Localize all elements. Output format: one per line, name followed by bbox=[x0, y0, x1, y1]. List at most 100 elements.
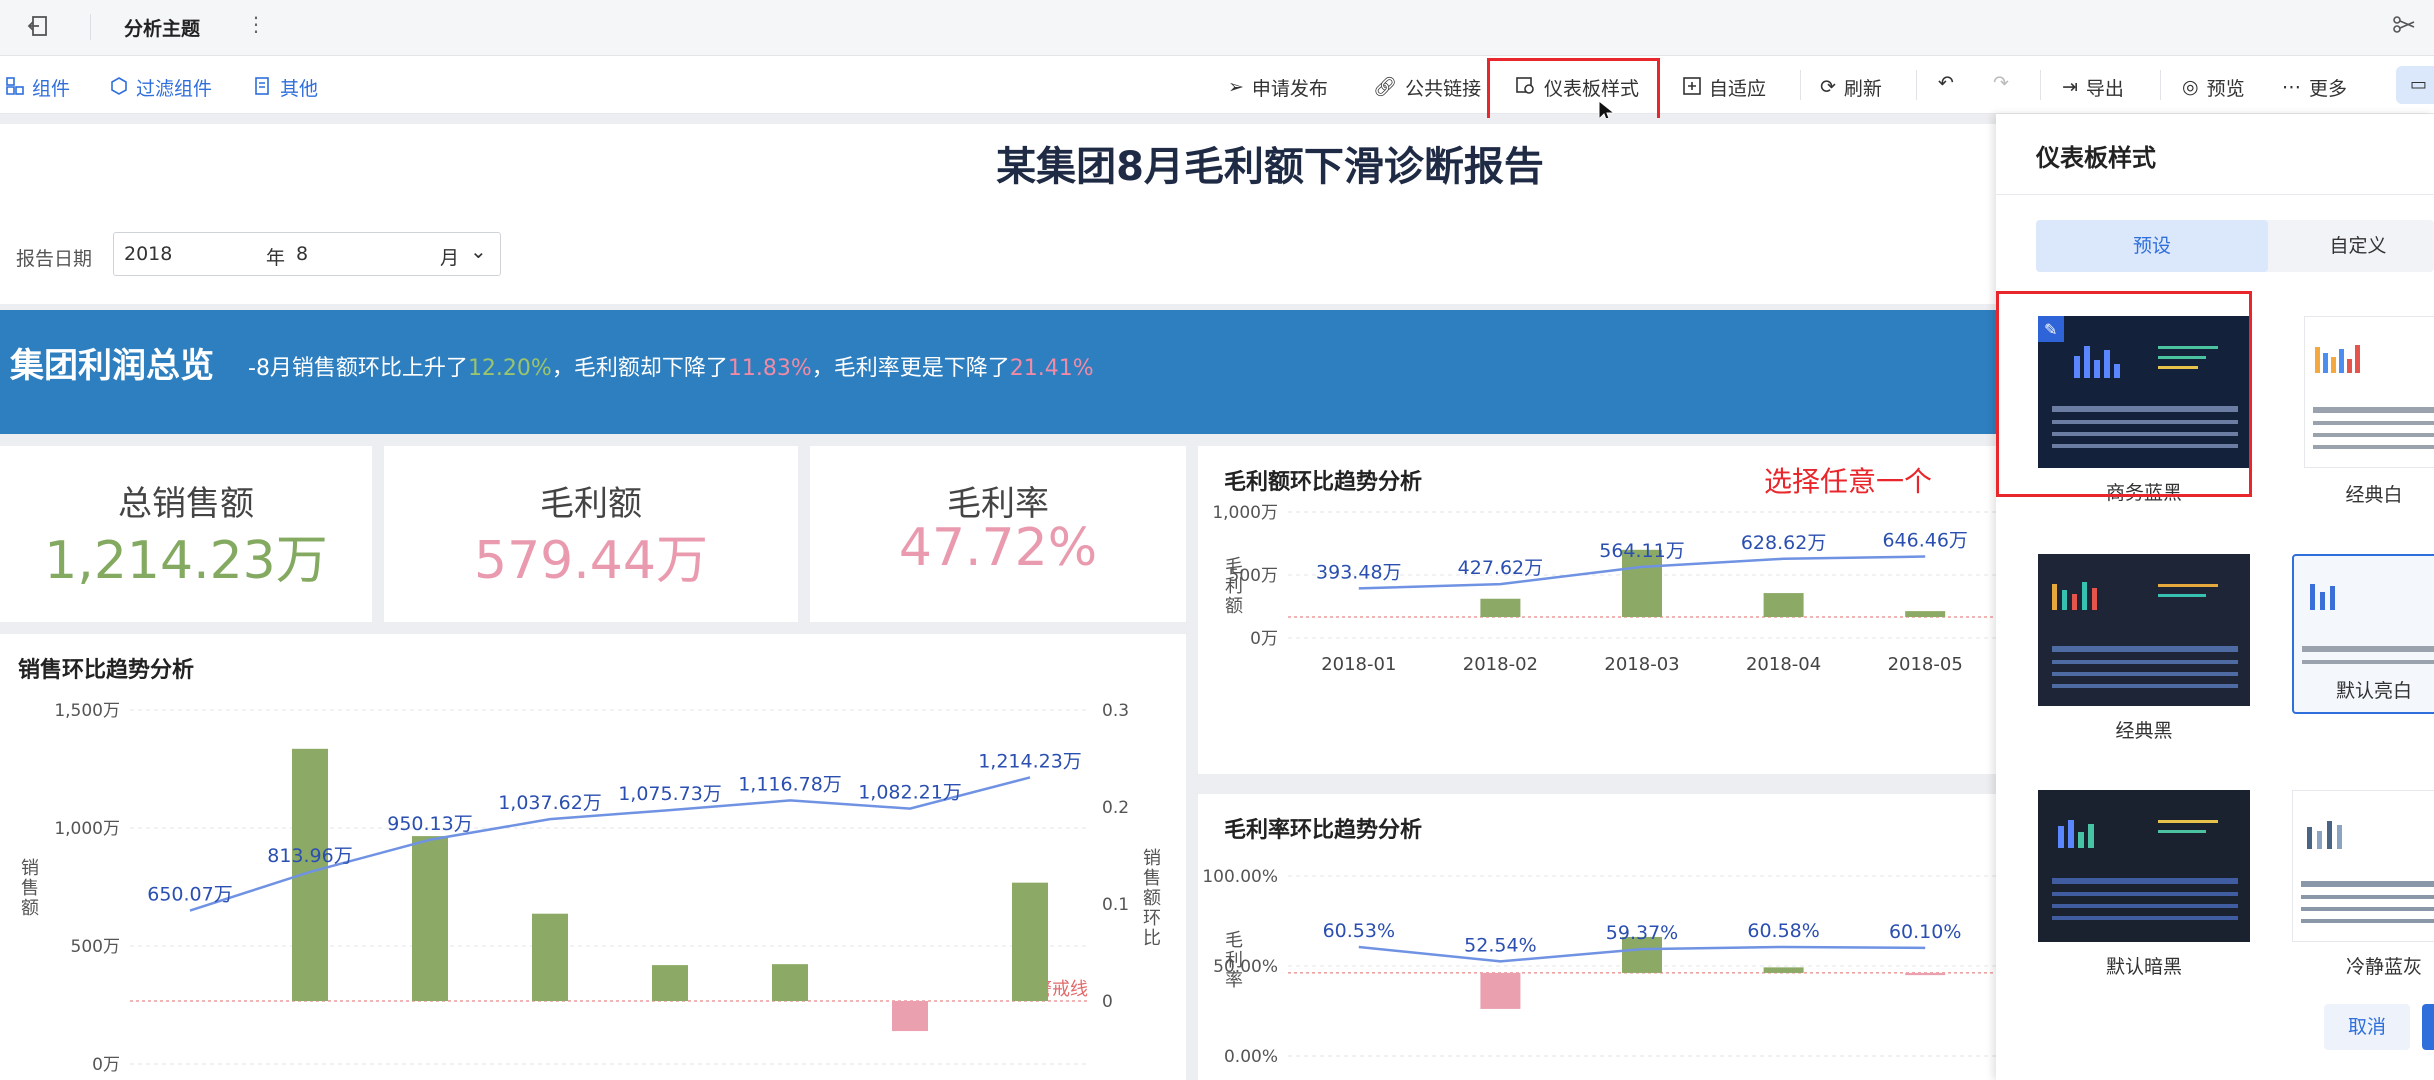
y-axis-label: 利 bbox=[1225, 950, 1243, 971]
y-axis-label: 销 bbox=[21, 858, 39, 879]
filter-component-label: 过滤组件 bbox=[136, 78, 213, 100]
more-button[interactable]: ⋯ 更多 bbox=[2282, 74, 2347, 101]
divider bbox=[2160, 70, 2161, 100]
date-month: 8 bbox=[296, 243, 309, 265]
top-bar: 分析主题 ⋮ bbox=[0, 0, 2434, 56]
monitor-icon: ▭ bbox=[2410, 74, 2428, 95]
theme-label: 经典白 bbox=[2345, 484, 2403, 506]
send-icon: ➢ bbox=[1228, 76, 1244, 98]
x-tick-label: 2018-03 bbox=[1604, 654, 1679, 675]
toolbar: 组件 过滤组件 其他 ➢ 申请发布 🔗︎ 公共链接 仪表板样式 自适应 ⟳ 刷新 ↶ … bbox=[0, 56, 2434, 114]
y-tick-label: 100.00% bbox=[1202, 867, 1278, 887]
y2-tick-label: 0 bbox=[1102, 992, 1113, 1012]
data-label: 650.07万 bbox=[147, 884, 232, 906]
y-axis-label: 毛 bbox=[1225, 930, 1243, 951]
data-label: 60.53% bbox=[1323, 920, 1395, 942]
other-button[interactable]: 其他 bbox=[254, 74, 318, 101]
y-tick-label: 1,000万 bbox=[1212, 503, 1278, 523]
theme-thumbnail-classic-black[interactable] bbox=[2038, 554, 2250, 706]
component-button[interactable]: 组件 bbox=[6, 74, 70, 101]
y-axis-label: 售 bbox=[21, 878, 39, 899]
public-link-label: 公共链接 bbox=[1405, 78, 1482, 100]
filter-component-button[interactable]: 过滤组件 bbox=[110, 74, 212, 101]
component-label: 组件 bbox=[32, 78, 71, 100]
data-label: 52.54% bbox=[1464, 934, 1536, 956]
fit-icon bbox=[1683, 76, 1701, 99]
sales-trend-panel: 销售环比趋势分析 1,500万 1,000万 500万 0万销售额 0.3 0.2 0.1 0… bbox=[0, 634, 1186, 1080]
gross-margin-trend-chart: 100.00% 50.00% 0.00% 毛利率 60.53% 52.54% 59.37% 6… bbox=[1202, 867, 1996, 1067]
report-date-picker[interactable]: 2018 年 8 月 ⌄ bbox=[113, 232, 501, 276]
preview-label: 预览 bbox=[2206, 78, 2245, 100]
data-label: 646.46万 bbox=[1882, 530, 1967, 552]
divider bbox=[1916, 70, 1917, 100]
exit-icon[interactable] bbox=[26, 14, 50, 38]
theme-thumbnail-calm-blue-gray[interactable] bbox=[2292, 790, 2434, 942]
device-switch-button[interactable]: ▭ bbox=[2396, 66, 2434, 104]
export-label: 导出 bbox=[2085, 78, 2124, 100]
theme-thumbnail-default-dark-black[interactable] bbox=[2038, 790, 2250, 942]
x-tick-label: 2018-04 bbox=[1746, 654, 1821, 675]
gross-profit-trend-panel: 毛利额环比趋势分析 选择任意一个 1,000万 500万 0万毛利额 393.48万 4… bbox=[1198, 446, 1996, 774]
ratio-bar bbox=[532, 913, 568, 1001]
gross-margin-trend-panel: 毛利率环比趋势分析 100.00% 50.00% 0.00% 毛利率 60.53% 52.… bbox=[1198, 794, 1996, 1080]
y-tick-label: 50.00% bbox=[1213, 957, 1278, 977]
data-label: 427.62万 bbox=[1458, 557, 1543, 579]
refresh-label: 刷新 bbox=[1843, 78, 1882, 100]
banner-summary: -8月销售额环比上升了12.20%，毛利额却下降了11.83%，毛利率更是下降了… bbox=[248, 350, 1094, 382]
public-link-button[interactable]: 🔗︎ 公共链接 bbox=[1373, 74, 1481, 101]
theme-thumbnail-default-bright-white[interactable]: 默认亮白 bbox=[2292, 554, 2434, 714]
date-month-unit: 月 bbox=[440, 247, 460, 269]
data-label: 813.96万 bbox=[267, 845, 352, 867]
ratio-bar bbox=[772, 964, 808, 1001]
tab-custom[interactable]: 自定义 bbox=[2268, 220, 2434, 272]
redo-button[interactable]: ↷ bbox=[1993, 74, 2009, 93]
preview-button[interactable]: ◎ 预览 bbox=[2182, 74, 2245, 101]
ratio-bar bbox=[1763, 593, 1804, 617]
dashboard-style-drawer: 仪表板样式 预设 自定义 ✎ 商务蓝黑 经典白 经典黑 默认亮白 默认暗黑 冷静… bbox=[1996, 114, 2434, 1080]
cancel-button[interactable]: 取消 bbox=[2324, 1004, 2410, 1050]
divider bbox=[1800, 70, 1801, 100]
undo-button[interactable]: ↶ bbox=[1938, 74, 1954, 93]
data-label: 628.62万 bbox=[1741, 532, 1826, 554]
refresh-icon: ⟳ bbox=[1820, 76, 1836, 98]
drawer-title: 仪表板样式 bbox=[2036, 144, 2156, 172]
theme-label: 默认暗黑 bbox=[2105, 956, 2182, 978]
y2-axis-label: 销 bbox=[1143, 848, 1161, 869]
more-vertical-icon[interactable]: ⋮ bbox=[246, 12, 266, 36]
chevron-down-icon: ⌄ bbox=[470, 239, 487, 263]
x-tick-label: 2018-02 bbox=[1463, 654, 1538, 675]
kpi-value: 579.44万 bbox=[474, 531, 708, 591]
link-icon: 🔗︎ bbox=[1373, 76, 1398, 98]
theme-label: 默认亮白 bbox=[2335, 680, 2412, 702]
banner-title: 集团利润总览 bbox=[10, 346, 214, 386]
x-tick-label: 2018-05 bbox=[1888, 654, 1963, 675]
tab-preset[interactable]: 预设 bbox=[2036, 220, 2268, 272]
theme-thumbnail-classic-white[interactable] bbox=[2304, 316, 2434, 468]
banner-value-1: 12.20% bbox=[467, 356, 552, 381]
data-label: 1,082.21万 bbox=[858, 782, 962, 804]
refresh-button[interactable]: ⟳ 刷新 bbox=[1820, 74, 1882, 101]
fit-label: 自适应 bbox=[1709, 78, 1767, 100]
y2-tick-label: 0.1 bbox=[1102, 895, 1129, 915]
fit-button[interactable]: 自适应 bbox=[1683, 74, 1766, 101]
export-button[interactable]: ⇥ 导出 bbox=[2062, 74, 2124, 101]
filter-component-icon bbox=[110, 76, 128, 99]
y-axis-label: 利 bbox=[1225, 576, 1243, 597]
page-title: 分析主题 bbox=[124, 18, 201, 40]
apply-publish-button[interactable]: ➢ 申请发布 bbox=[1228, 74, 1328, 101]
report-date-label: 报告日期 bbox=[16, 248, 93, 270]
y-tick-label: 500万 bbox=[71, 937, 120, 957]
data-label: 59.37% bbox=[1606, 922, 1678, 944]
collaborate-icon[interactable] bbox=[2390, 12, 2420, 41]
y-axis-label: 额 bbox=[21, 898, 39, 919]
confirm-button[interactable] bbox=[2422, 1004, 2434, 1050]
banner-text-1: -8月销售额环比上升了 bbox=[248, 356, 468, 381]
y2-tick-label: 0.2 bbox=[1102, 798, 1129, 818]
other-icon bbox=[254, 76, 272, 99]
kpi-card-gross-margin: 毛利率 47.72% bbox=[810, 446, 1186, 622]
data-label: 1,037.62万 bbox=[498, 792, 602, 814]
x-tick-label: 2018-01 bbox=[1321, 654, 1396, 675]
divider bbox=[90, 14, 91, 40]
y2-tick-label: 0.3 bbox=[1102, 701, 1129, 721]
date-year: 2018 bbox=[124, 243, 173, 265]
